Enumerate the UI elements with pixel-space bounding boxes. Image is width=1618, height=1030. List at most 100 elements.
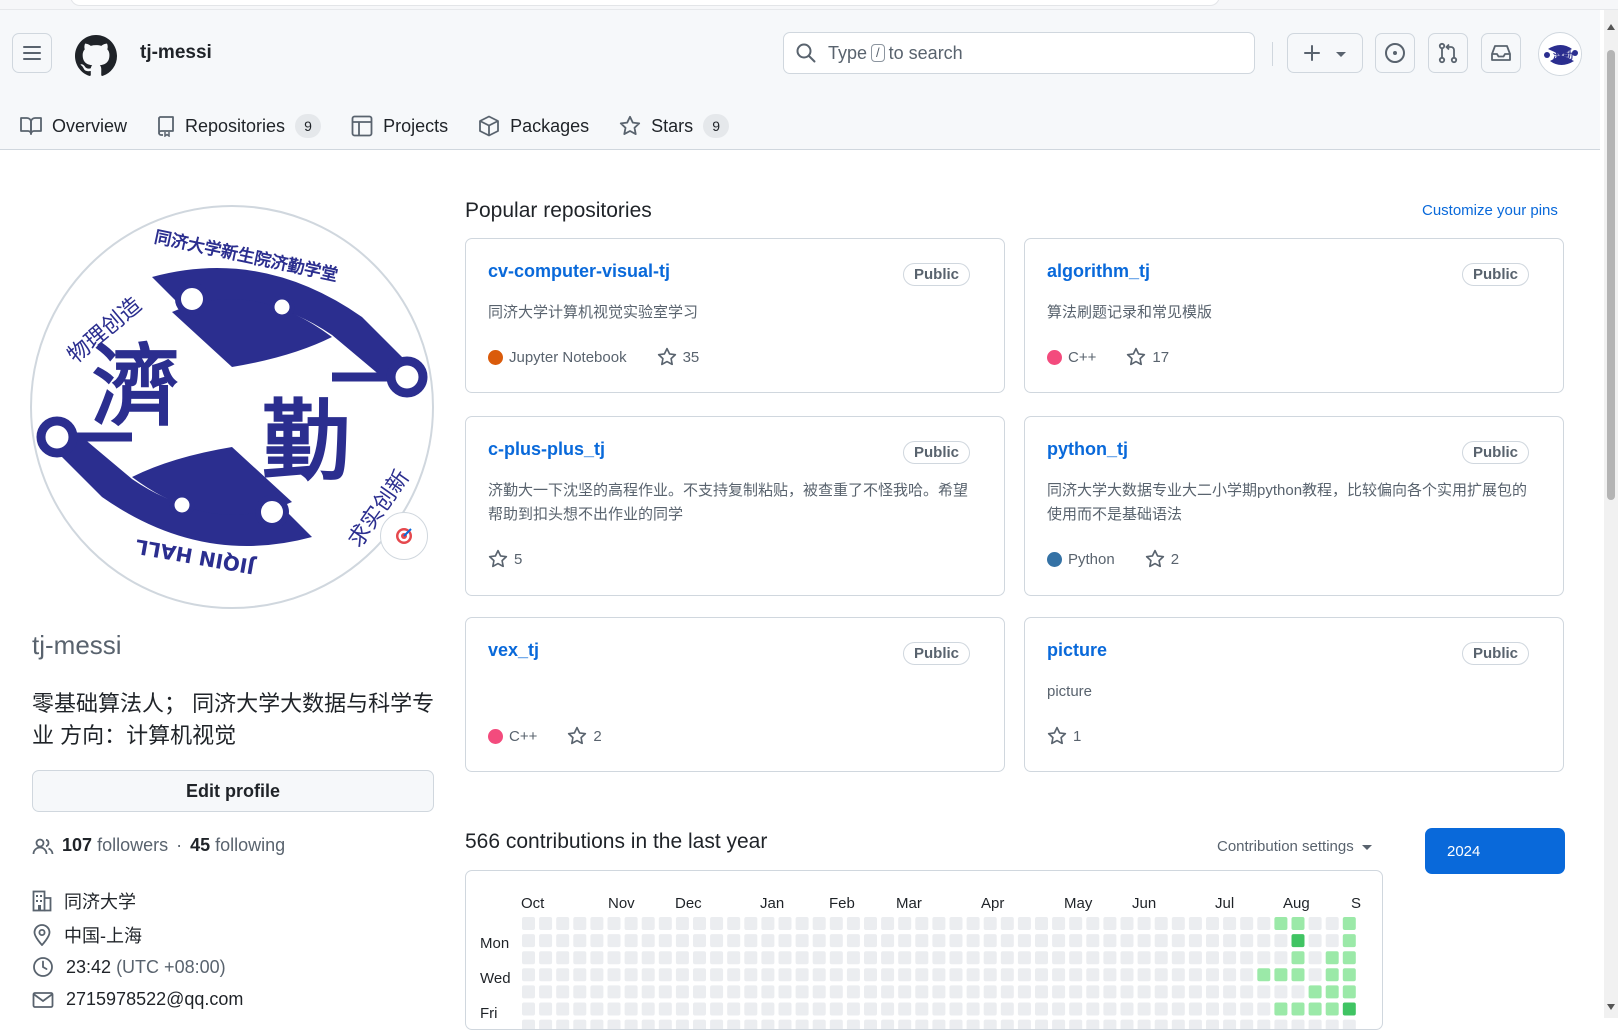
contribution-day-cell[interactable] [983,985,997,999]
contribution-day-cell[interactable] [983,1019,997,1030]
contribution-day-cell[interactable] [1206,1019,1219,1030]
contribution-day-cell[interactable] [1154,1019,1168,1030]
contribution-day-cell[interactable] [846,951,860,965]
contribution-day-cell[interactable] [915,1002,929,1016]
contribution-day-cell[interactable] [1154,1002,1168,1016]
contribution-day-cell[interactable] [744,985,758,999]
contribution-day-cell[interactable] [1206,934,1219,948]
contribution-day-cell[interactable] [761,985,775,999]
contribution-day-cell[interactable] [949,951,963,965]
contribution-day-cell[interactable] [573,951,587,965]
contribution-day-cell[interactable] [556,968,570,982]
contribution-day-cell[interactable] [898,934,912,948]
contribution-day-cell[interactable] [1342,934,1356,948]
contribution-day-cell[interactable] [693,934,706,948]
contribution-day-cell[interactable] [658,985,672,999]
contribution-day-cell[interactable] [1035,934,1048,948]
contribution-day-cell[interactable] [590,985,604,999]
contribution-day-cell[interactable] [539,985,553,999]
contribution-day-cell[interactable] [949,917,963,930]
contribution-day-cell[interactable] [898,917,912,930]
contribution-day-cell[interactable] [658,1019,672,1030]
contribution-day-cell[interactable] [607,985,621,999]
contribution-day-cell[interactable] [1017,1019,1031,1030]
contribution-day-cell[interactable] [727,985,741,999]
repo-stargazers-link[interactable]: 35 [657,347,699,367]
menu-button[interactable] [12,33,52,73]
contribution-day-cell[interactable] [1206,1002,1219,1016]
contribution-day-cell[interactable] [795,934,809,948]
contribution-day-cell[interactable] [864,1019,877,1030]
contribution-day-cell[interactable] [1240,1019,1254,1030]
contribution-day-cell[interactable] [522,968,535,982]
contribution-day-cell[interactable] [915,934,929,948]
contribution-day-cell[interactable] [744,968,758,982]
contribution-day-cell[interactable] [881,1019,895,1030]
contribution-day-cell[interactable] [1308,1002,1322,1016]
contribution-day-cell[interactable] [1206,985,1219,999]
contribution-day-cell[interactable] [1291,951,1305,965]
contribution-day-cell[interactable] [1017,934,1031,948]
contribution-day-cell[interactable] [1137,1002,1151,1016]
contribution-day-cell[interactable] [590,934,604,948]
year-2024-button[interactable]: 2024 [1425,828,1565,874]
contribution-day-cell[interactable] [898,1019,912,1030]
contribution-day-cell[interactable] [898,1002,912,1016]
contribution-day-cell[interactable] [744,1019,758,1030]
contribution-day-cell[interactable] [1257,917,1271,930]
contribution-day-cell[interactable] [1137,917,1151,930]
contribution-day-cell[interactable] [710,1002,724,1016]
contribution-day-cell[interactable] [881,934,895,948]
contribution-day-cell[interactable] [1325,968,1339,982]
contribution-day-cell[interactable] [1342,951,1356,965]
contribution-day-cell[interactable] [1000,968,1014,982]
contribution-day-cell[interactable] [1052,917,1066,930]
contribution-day-cell[interactable] [949,968,963,982]
contribution-day-cell[interactable] [539,1019,553,1030]
contribution-day-cell[interactable] [1052,985,1066,999]
contribution-day-cell[interactable] [1188,951,1202,965]
contribution-day-cell[interactable] [1308,1019,1322,1030]
user-avatar-menu[interactable]: 濟勤 [1538,32,1582,76]
contribution-day-cell[interactable] [1035,968,1048,982]
contribution-day-cell[interactable] [795,1002,809,1016]
contribution-day-cell[interactable] [624,951,638,965]
contribution-day-cell[interactable] [624,968,638,982]
contribution-day-cell[interactable] [778,917,792,930]
contribution-day-cell[interactable] [1086,934,1100,948]
contribution-day-cell[interactable] [1154,934,1168,948]
contribution-day-cell[interactable] [522,1019,535,1030]
contribution-day-cell[interactable] [1325,985,1339,999]
contribution-day-cell[interactable] [932,968,946,982]
contribution-day-cell[interactable] [539,951,553,965]
contribution-day-cell[interactable] [1086,1002,1100,1016]
repo-name-link[interactable]: cv-computer-visual-tj [488,261,670,282]
contribution-day-cell[interactable] [1000,934,1014,948]
contribution-day-cell[interactable] [556,951,570,965]
contribution-day-cell[interactable] [641,968,655,982]
contribution-day-cell[interactable] [812,968,826,982]
contribution-day-cell[interactable] [983,1002,997,1016]
contribution-day-cell[interactable] [966,1019,980,1030]
contribution-day-cell[interactable] [1154,985,1168,999]
contribution-day-cell[interactable] [522,1002,535,1016]
contribution-day-cell[interactable] [607,1002,621,1016]
contribution-day-cell[interactable] [539,1002,553,1016]
contribution-day-cell[interactable] [1069,985,1083,999]
contribution-day-cell[interactable] [966,968,980,982]
contribution-day-cell[interactable] [624,985,638,999]
contribution-day-cell[interactable] [1206,968,1219,982]
contribution-day-cell[interactable] [1240,917,1254,930]
contribution-day-cell[interactable] [1188,1002,1202,1016]
contribution-day-cell[interactable] [658,951,672,965]
contribution-day-cell[interactable] [881,968,895,982]
contribution-day-cell[interactable] [966,951,980,965]
contribution-day-cell[interactable] [1171,934,1185,948]
contribution-day-cell[interactable] [573,917,587,930]
contribution-day-cell[interactable] [761,968,775,982]
contribution-day-cell[interactable] [1052,968,1066,982]
contribution-day-cell[interactable] [1291,917,1305,930]
contribution-day-cell[interactable] [658,968,672,982]
contribution-day-cell[interactable] [727,1019,741,1030]
contribution-day-cell[interactable] [710,934,724,948]
